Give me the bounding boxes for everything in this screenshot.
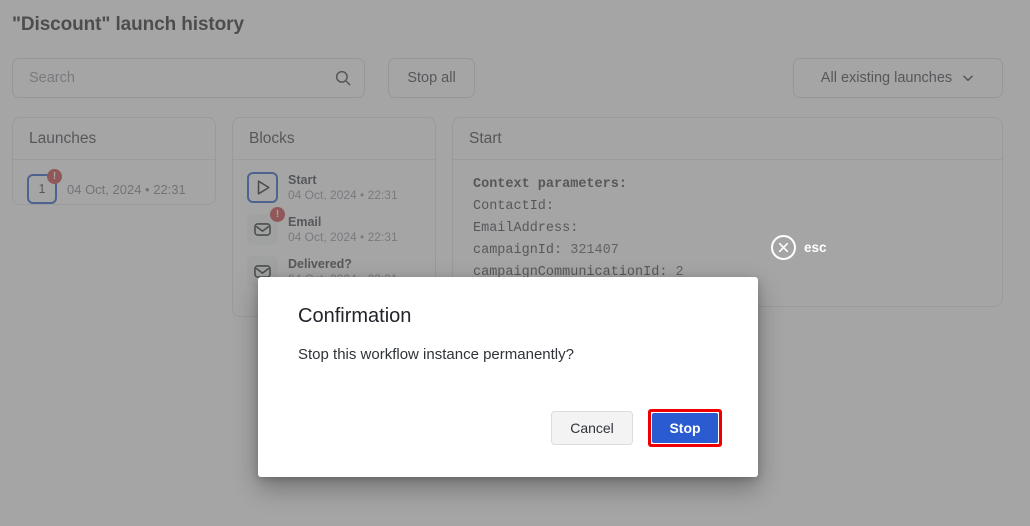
- esc-close-button[interactable]: esc: [771, 235, 827, 260]
- esc-label: esc: [804, 240, 827, 255]
- stop-button[interactable]: Stop: [652, 413, 718, 443]
- dialog-message: Stop this workflow instance permanently?: [298, 346, 574, 363]
- stop-button-highlight: Stop: [648, 409, 722, 447]
- close-circle-icon: [771, 235, 796, 260]
- dialog-title: Confirmation: [298, 305, 412, 327]
- cancel-button[interactable]: Cancel: [551, 411, 633, 445]
- dialog-actions: Cancel Stop: [551, 409, 722, 447]
- app-root: "Discount" launch history Stop all All e…: [0, 0, 1030, 526]
- confirmation-dialog: Confirmation Stop this workflow instance…: [258, 277, 758, 477]
